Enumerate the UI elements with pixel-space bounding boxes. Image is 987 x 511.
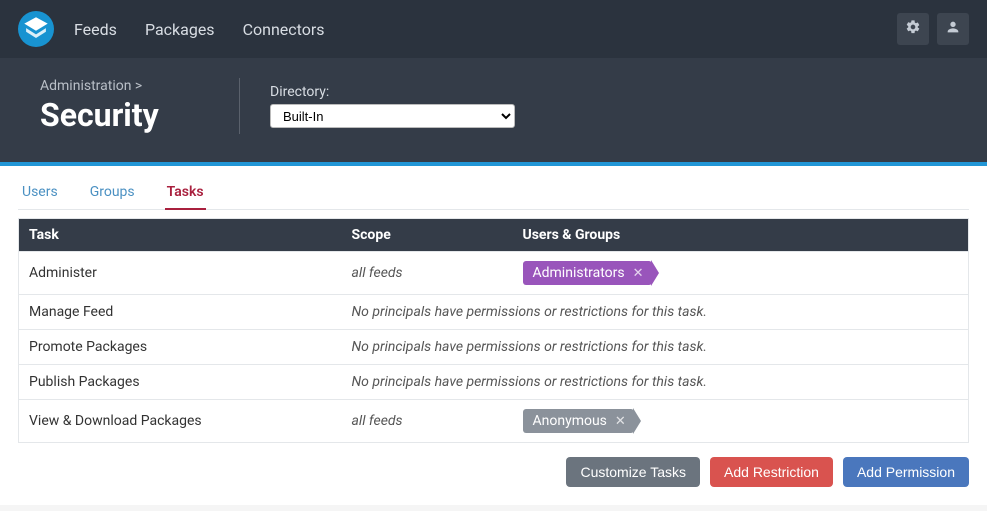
tab-users[interactable]: Users xyxy=(20,178,60,210)
footer-buttons: Customize Tasks Add Restriction Add Perm… xyxy=(18,443,969,487)
settings-button[interactable] xyxy=(897,13,929,45)
table-row: Publish Packages No principals have perm… xyxy=(19,365,969,400)
tag-anonymous[interactable]: Anonymous ✕ xyxy=(523,409,634,433)
cell-task: Manage Feed xyxy=(19,295,342,330)
customize-tasks-button[interactable]: Customize Tasks xyxy=(566,457,700,487)
tab-groups[interactable]: Groups xyxy=(88,178,137,210)
tag-administrators[interactable]: Administrators ✕ xyxy=(523,261,652,285)
cell-task: View & Download Packages xyxy=(19,400,342,443)
tabs: Users Groups Tasks xyxy=(18,178,969,210)
cell-users-groups: Anonymous ✕ xyxy=(513,400,969,443)
content: Users Groups Tasks Task Scope Users & Gr… xyxy=(0,166,987,505)
tab-tasks[interactable]: Tasks xyxy=(165,178,206,210)
table-row: Administer all feeds Administrators ✕ xyxy=(19,252,969,295)
cell-scope: all feeds xyxy=(342,252,513,295)
add-permission-button[interactable]: Add Permission xyxy=(843,457,969,487)
cell-task: Administer xyxy=(19,252,342,295)
tasks-table: Task Scope Users & Groups Administer all… xyxy=(18,218,969,443)
cell-task: Promote Packages xyxy=(19,330,342,365)
user-button[interactable] xyxy=(937,13,969,45)
th-users-groups: Users & Groups xyxy=(513,219,969,252)
top-nav: Feeds Packages Connectors xyxy=(0,0,987,58)
page-title: Security xyxy=(40,96,199,134)
th-task: Task xyxy=(19,219,342,252)
tag-label: Administrators xyxy=(533,265,625,281)
cell-users-groups: Administrators ✕ xyxy=(513,252,969,295)
add-restriction-button[interactable]: Add Restriction xyxy=(710,457,833,487)
empty-message: No principals have permissions or restri… xyxy=(342,365,969,400)
tag-label: Anonymous xyxy=(533,413,607,429)
close-icon[interactable]: ✕ xyxy=(615,415,626,428)
breadcrumb[interactable]: Administration > xyxy=(40,78,199,94)
gear-icon xyxy=(905,19,921,39)
nav-links: Feeds Packages Connectors xyxy=(74,20,325,39)
page-header: Administration > Security Directory: Bui… xyxy=(0,58,987,162)
close-icon[interactable]: ✕ xyxy=(633,267,644,280)
empty-message: No principals have permissions or restri… xyxy=(342,295,969,330)
table-row: View & Download Packages all feeds Anony… xyxy=(19,400,969,443)
nav-link-connectors[interactable]: Connectors xyxy=(243,20,325,39)
table-row: Manage Feed No principals have permissio… xyxy=(19,295,969,330)
user-icon xyxy=(945,19,961,39)
table-row: Promote Packages No principals have perm… xyxy=(19,330,969,365)
cell-scope: all feeds xyxy=(342,400,513,443)
nav-link-packages[interactable]: Packages xyxy=(145,20,215,39)
directory-label: Directory: xyxy=(270,84,515,100)
th-scope: Scope xyxy=(342,219,513,252)
cell-task: Publish Packages xyxy=(19,365,342,400)
directory-select[interactable]: Built-In xyxy=(270,104,515,128)
empty-message: No principals have permissions or restri… xyxy=(342,330,969,365)
nav-link-feeds[interactable]: Feeds xyxy=(74,20,117,39)
logo[interactable] xyxy=(18,11,54,47)
